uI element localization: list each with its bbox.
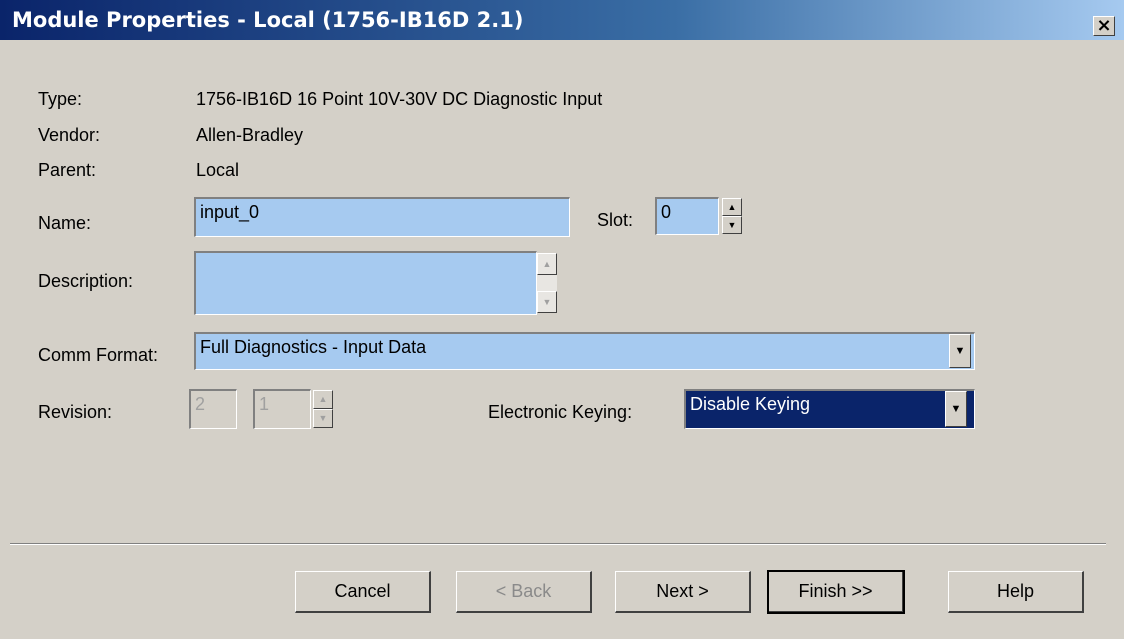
name-input[interactable]: input_0 xyxy=(194,197,570,237)
type-value: 1756-IB16D 16 Point 10V-30V DC Diagnosti… xyxy=(196,89,603,109)
finish-button[interactable]: Finish >> xyxy=(767,570,905,614)
separator-highlight xyxy=(10,544,1106,545)
module-properties-dialog: Module Properties - Local (1756-IB16D 2.… xyxy=(0,0,1124,639)
close-button[interactable]: × xyxy=(1093,16,1115,36)
title-bar[interactable]: Module Properties - Local (1756-IB16D 2.… xyxy=(0,0,1124,40)
electronic-keying-label: Electronic Keying: xyxy=(488,402,633,422)
description-scrollbar[interactable]: ▲ ▼ xyxy=(537,253,557,313)
scroll-down-arrow-icon[interactable]: ▼ xyxy=(537,291,557,313)
comm-format-dropdown[interactable]: Full Diagnostics - Input Data xyxy=(194,332,975,370)
slot-up-arrow-icon[interactable]: ▲ xyxy=(722,198,742,216)
slot-down-arrow-icon[interactable]: ▼ xyxy=(722,216,742,234)
close-icon: × xyxy=(1096,15,1112,36)
back-button[interactable]: < Back xyxy=(456,571,592,613)
help-button[interactable]: Help xyxy=(948,571,1084,613)
description-label: Description: xyxy=(38,271,134,291)
window-title: Module Properties - Local (1756-IB16D 2.… xyxy=(12,8,524,32)
slot-label: Slot: xyxy=(597,210,634,230)
vendor-value: Allen-Bradley xyxy=(196,125,304,145)
comm-format-label: Comm Format: xyxy=(38,345,159,365)
slot-spinner[interactable]: ▲ ▼ xyxy=(722,198,742,234)
parent-value: Local xyxy=(196,160,240,180)
revision-up-arrow-icon[interactable]: ▲ xyxy=(313,390,333,409)
revision-major-input[interactable]: 2 xyxy=(189,389,237,429)
revision-label: Revision: xyxy=(38,402,113,422)
revision-down-arrow-icon[interactable]: ▼ xyxy=(313,409,333,428)
description-input[interactable] xyxy=(194,251,537,315)
electronic-keying-dropdown[interactable]: Disable Keying xyxy=(684,389,975,429)
type-label: Type: xyxy=(38,89,83,109)
next-button[interactable]: Next > xyxy=(615,571,751,613)
slot-input[interactable]: 0 xyxy=(655,197,719,235)
name-label: Name: xyxy=(38,213,92,233)
electronic-keying-dropdown-arrow-icon[interactable]: ▼ xyxy=(945,391,967,427)
revision-spinner[interactable]: ▲ ▼ xyxy=(313,390,333,428)
vendor-label: Vendor: xyxy=(38,125,101,145)
comm-format-dropdown-arrow-icon[interactable]: ▼ xyxy=(949,334,971,368)
parent-label: Parent: xyxy=(38,160,97,180)
revision-minor-input[interactable]: 1 xyxy=(253,389,311,429)
scroll-up-arrow-icon[interactable]: ▲ xyxy=(537,253,557,275)
cancel-button[interactable]: Cancel xyxy=(295,571,431,613)
